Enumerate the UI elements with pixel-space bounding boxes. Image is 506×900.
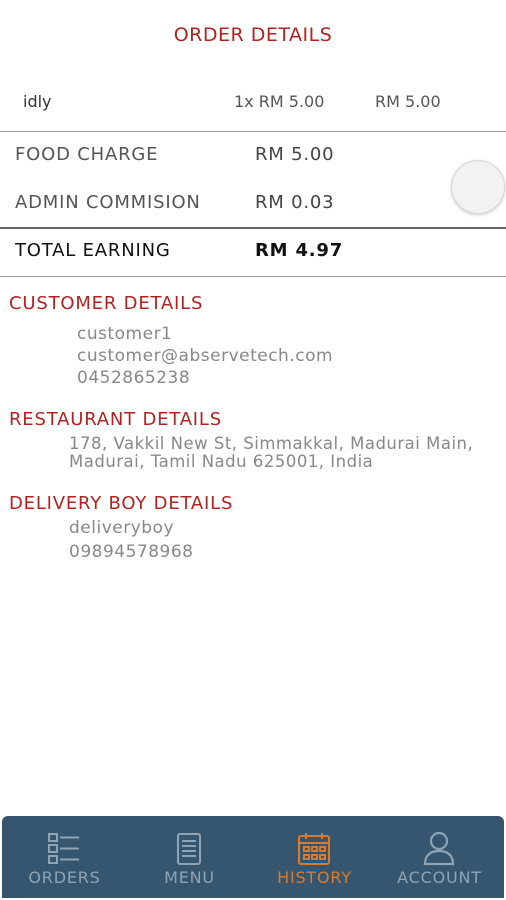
total-earning-value: RM 4.97	[255, 240, 344, 261]
item-name: idly	[23, 92, 52, 111]
nav-history-label: HISTORY	[277, 868, 352, 887]
bottom-navigation: ORDERS MENU HISTORY ACCOUNT	[2, 816, 504, 898]
nav-account-label: ACCOUNT	[397, 868, 482, 887]
customer-email: customer@abservetech.com	[77, 346, 334, 366]
calendar-icon	[298, 833, 330, 865]
customer-details-heading: CUSTOMER DETAILS	[9, 293, 204, 314]
delivery-boy-details-heading: DELIVERY BOY DETAILS	[9, 493, 234, 514]
item-quantity: 1x RM 5.00	[234, 92, 325, 111]
divider	[0, 131, 506, 132]
nav-account[interactable]: ACCOUNT	[377, 816, 502, 898]
admin-commission-label: ADMIN COMMISION	[15, 192, 201, 213]
admin-commission-row: ADMIN COMMISION RM 0.03	[0, 190, 506, 218]
total-earning-row: TOTAL EARNING RM 4.97	[0, 238, 506, 266]
menu-document-icon	[177, 833, 201, 865]
customer-name: customer1	[77, 324, 173, 344]
nav-orders[interactable]: ORDERS	[2, 816, 127, 898]
nav-menu[interactable]: MENU	[127, 816, 252, 898]
customer-phone: 0452865238	[77, 368, 191, 388]
delivery-boy-phone: 09894578968	[69, 542, 194, 562]
page-title: ORDER DETAILS	[173, 24, 333, 46]
nav-menu-label: MENU	[164, 868, 215, 887]
order-item-row: idly 1x RM 5.00 RM 5.00	[0, 88, 506, 116]
delivery-boy-name: deliveryboy	[69, 518, 175, 538]
restaurant-details-heading: RESTAURANT DETAILS	[9, 409, 222, 430]
divider	[0, 276, 506, 277]
list-icon	[48, 833, 79, 864]
nav-orders-label: ORDERS	[28, 868, 101, 887]
food-charge-value: RM 5.00	[255, 144, 335, 165]
total-earning-label: TOTAL EARNING	[15, 240, 171, 261]
food-charge-label: FOOD CHARGE	[15, 144, 159, 165]
restaurant-address-line2: Madurai, Tamil Nadu 625001, India	[69, 452, 374, 471]
user-icon	[423, 831, 455, 866]
item-price: RM 5.00	[375, 92, 441, 111]
nav-history[interactable]: HISTORY	[252, 816, 377, 898]
food-charge-row: FOOD CHARGE RM 5.00	[0, 142, 506, 170]
admin-commission-value: RM 0.03	[255, 192, 335, 213]
divider	[0, 227, 506, 229]
restaurant-address-line1: 178, Vakkil New St, Simmakkal, Madurai M…	[69, 434, 474, 453]
